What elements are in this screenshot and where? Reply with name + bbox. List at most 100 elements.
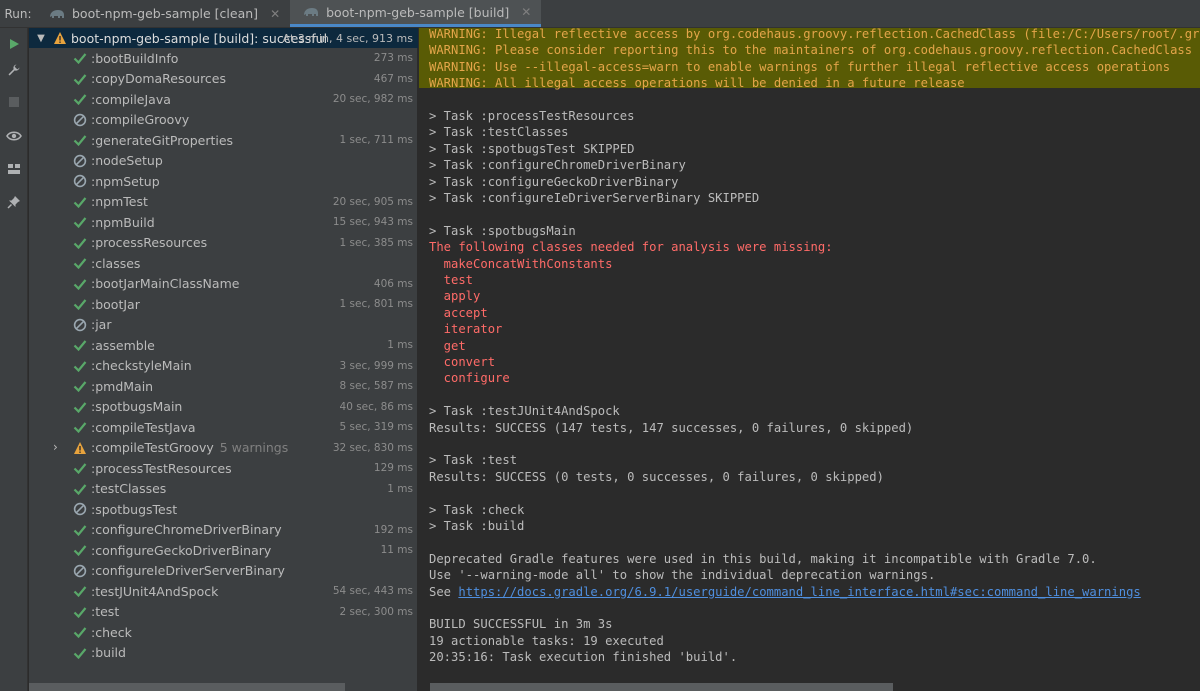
task-row[interactable]: :compileJava 20 sec, 982 ms <box>29 89 418 109</box>
check-icon <box>73 256 87 270</box>
console-line: apply <box>429 288 481 304</box>
console-line-text: makeConcatWithConstants <box>429 256 613 271</box>
task-name: :check <box>91 624 132 640</box>
task-name: :test <box>91 604 120 619</box>
task-duration: 54 sec, 443 ms <box>332 585 413 597</box>
task-row[interactable]: :copyDomaResources 467 ms <box>29 69 418 89</box>
console-line: WARNING: All illegal access operations w… <box>429 75 965 91</box>
check-icon <box>73 277 87 291</box>
console-line: Results: SUCCESS (0 tests, 0 successes, … <box>429 469 884 485</box>
task-duration: 1 ms <box>387 339 413 351</box>
task-name: :pmdMain <box>91 378 154 394</box>
task-row[interactable]: :spotbugsMain 40 sec, 86 ms <box>29 397 418 417</box>
skipped-icon <box>73 502 87 516</box>
task-row[interactable]: :testClasses 1 ms <box>29 479 418 499</box>
console-line: WARNING: Use --illegal-access=warn to en… <box>429 59 1170 75</box>
chevron-right-icon[interactable]: › <box>53 440 58 454</box>
layout-icon[interactable] <box>4 159 24 179</box>
task-duration: 1 sec, 711 ms <box>339 134 413 146</box>
gradle-elephant-icon <box>50 9 64 18</box>
warning-icon <box>73 441 87 455</box>
task-row[interactable]: :processTestResources 129 ms <box>29 458 418 478</box>
chevron-down-icon[interactable]: ▼ <box>29 33 53 44</box>
task-row[interactable]: :check <box>29 622 418 642</box>
tab-clean[interactable]: boot-npm-geb-sample [clean] ✕ <box>36 0 290 27</box>
task-row[interactable]: :spotbugsTest <box>29 499 418 519</box>
task-row[interactable]: :pmdMain 8 sec, 587 ms <box>29 376 418 396</box>
console-line: > Task :configureGeckoDriverBinary <box>429 174 678 190</box>
check-icon <box>73 195 87 209</box>
console-line: > Task :check <box>429 502 524 518</box>
close-icon[interactable]: ✕ <box>521 5 531 19</box>
task-row[interactable]: :compileTestJava 5 sec, 319 ms <box>29 417 418 437</box>
console-line: BUILD SUCCESSFUL in 3m 3s <box>429 616 612 632</box>
tab-build[interactable]: boot-npm-geb-sample [build] ✕ <box>290 0 542 27</box>
task-row[interactable]: :assemble 1 ms <box>29 335 418 355</box>
wrench-icon[interactable] <box>4 60 24 80</box>
task-row[interactable]: :testJUnit4AndSpock 54 sec, 443 ms <box>29 581 418 601</box>
console-line: > Task :configureChromeDriverBinary <box>429 157 686 173</box>
build-root-name: boot-npm-geb-sample [build]: <box>71 30 259 46</box>
check-icon <box>73 379 87 393</box>
tree-horizontal-scrollbar[interactable] <box>29 683 345 691</box>
console-line: The following classes needed for analysi… <box>429 239 833 255</box>
stop-icon[interactable] <box>4 92 24 112</box>
task-row[interactable]: :classes <box>29 253 418 273</box>
warning-count: 5 warnings <box>219 440 289 455</box>
eye-icon[interactable] <box>4 126 24 146</box>
console-line-text: The following classes needed for analysi… <box>429 240 833 255</box>
task-row[interactable]: :checkstyleMain 3 sec, 999 ms <box>29 356 418 376</box>
check-icon <box>73 215 87 229</box>
task-row[interactable]: :npmTest 20 sec, 905 ms <box>29 192 418 212</box>
task-row[interactable]: :processResources 1 sec, 385 ms <box>29 233 418 253</box>
task-name: :nodeSetup <box>91 153 163 168</box>
console-line: > Task :testClasses <box>429 124 568 140</box>
console-line: makeConcatWithConstants <box>429 256 613 272</box>
docs-link[interactable]: https://docs.gradle.org/6.9.1/userguide/… <box>458 585 1140 599</box>
task-name: :configureIeDriverServerBinary <box>91 563 285 578</box>
task-row[interactable]: :bootBuildInfo 273 ms <box>29 48 418 68</box>
task-row[interactable]: :generateGitProperties 1 sec, 711 ms <box>29 130 418 150</box>
console-line: > Task :processTestResources <box>429 108 634 124</box>
run-icon[interactable] <box>4 34 24 54</box>
task-row[interactable]: :npmSetup <box>29 171 418 191</box>
task-row[interactable]: :bootJarMainClassName 406 ms <box>29 274 418 294</box>
task-row[interactable]: :configureGeckoDriverBinary 11 ms <box>29 540 418 560</box>
task-duration: 2 sec, 300 ms <box>339 605 413 618</box>
task-row[interactable]: :compileGroovy <box>29 110 418 130</box>
console-line-text: > Task :spotbugsMain <box>429 223 576 238</box>
skipped-icon <box>73 154 87 168</box>
task-name: :compileTestGroovy 5 warnings <box>91 440 289 455</box>
build-root-node[interactable]: ▼ boot-npm-geb-sample [build]: successfu… <box>29 28 418 48</box>
task-row[interactable]: :npmBuild 15 sec, 943 ms <box>29 212 418 232</box>
task-row[interactable]: :test 2 sec, 300 ms <box>29 602 418 622</box>
task-row[interactable]: :build <box>29 643 418 663</box>
console-line-text: > Task :testClasses <box>429 125 569 140</box>
console-line: configure <box>429 370 510 386</box>
check-icon <box>73 461 87 475</box>
task-row[interactable]: :configureIeDriverServerBinary <box>29 561 418 581</box>
console-line: WARNING: Please consider reporting this … <box>429 42 1192 58</box>
console-line: convert <box>429 354 495 370</box>
console-line: Use '--warning-mode all' to show the ind… <box>429 567 935 583</box>
console-line-text: > Task :testJUnit4AndSpock <box>429 404 620 419</box>
console-output[interactable]: WARNING: Illegal reflective access by or… <box>419 28 1200 691</box>
task-row[interactable]: ›:compileTestGroovy 5 warnings 32 sec, 830… <box>29 438 418 458</box>
close-icon[interactable]: ✕ <box>270 7 280 21</box>
task-duration: 20 sec, 982 ms <box>332 93 413 105</box>
task-row[interactable]: :jar <box>29 315 418 335</box>
task-duration: 5 sec, 319 ms <box>339 421 413 433</box>
console-horizontal-scrollbar[interactable] <box>430 683 893 691</box>
console-line: Deprecated Gradle features were used in … <box>429 551 1097 567</box>
task-duration: 273 ms <box>373 52 413 64</box>
task-row[interactable]: :configureChromeDriverBinary 192 ms <box>29 520 418 540</box>
pin-icon[interactable] <box>4 192 24 212</box>
task-row[interactable]: :nodeSetup <box>29 151 418 171</box>
task-name: :build <box>91 645 126 660</box>
task-row[interactable]: :bootJar 1 sec, 801 ms <box>29 294 418 314</box>
console-line-text: See <box>429 584 459 599</box>
console-line-text: > Task :spotbugsTest SKIPPED <box>429 141 635 156</box>
console-line-text: WARNING: All illegal access operations w… <box>429 76 965 91</box>
console-line-text: Use '--warning-mode all' to show the ind… <box>429 568 936 583</box>
console-line: > Task :configureIeDriverServerBinary SK… <box>429 190 759 206</box>
